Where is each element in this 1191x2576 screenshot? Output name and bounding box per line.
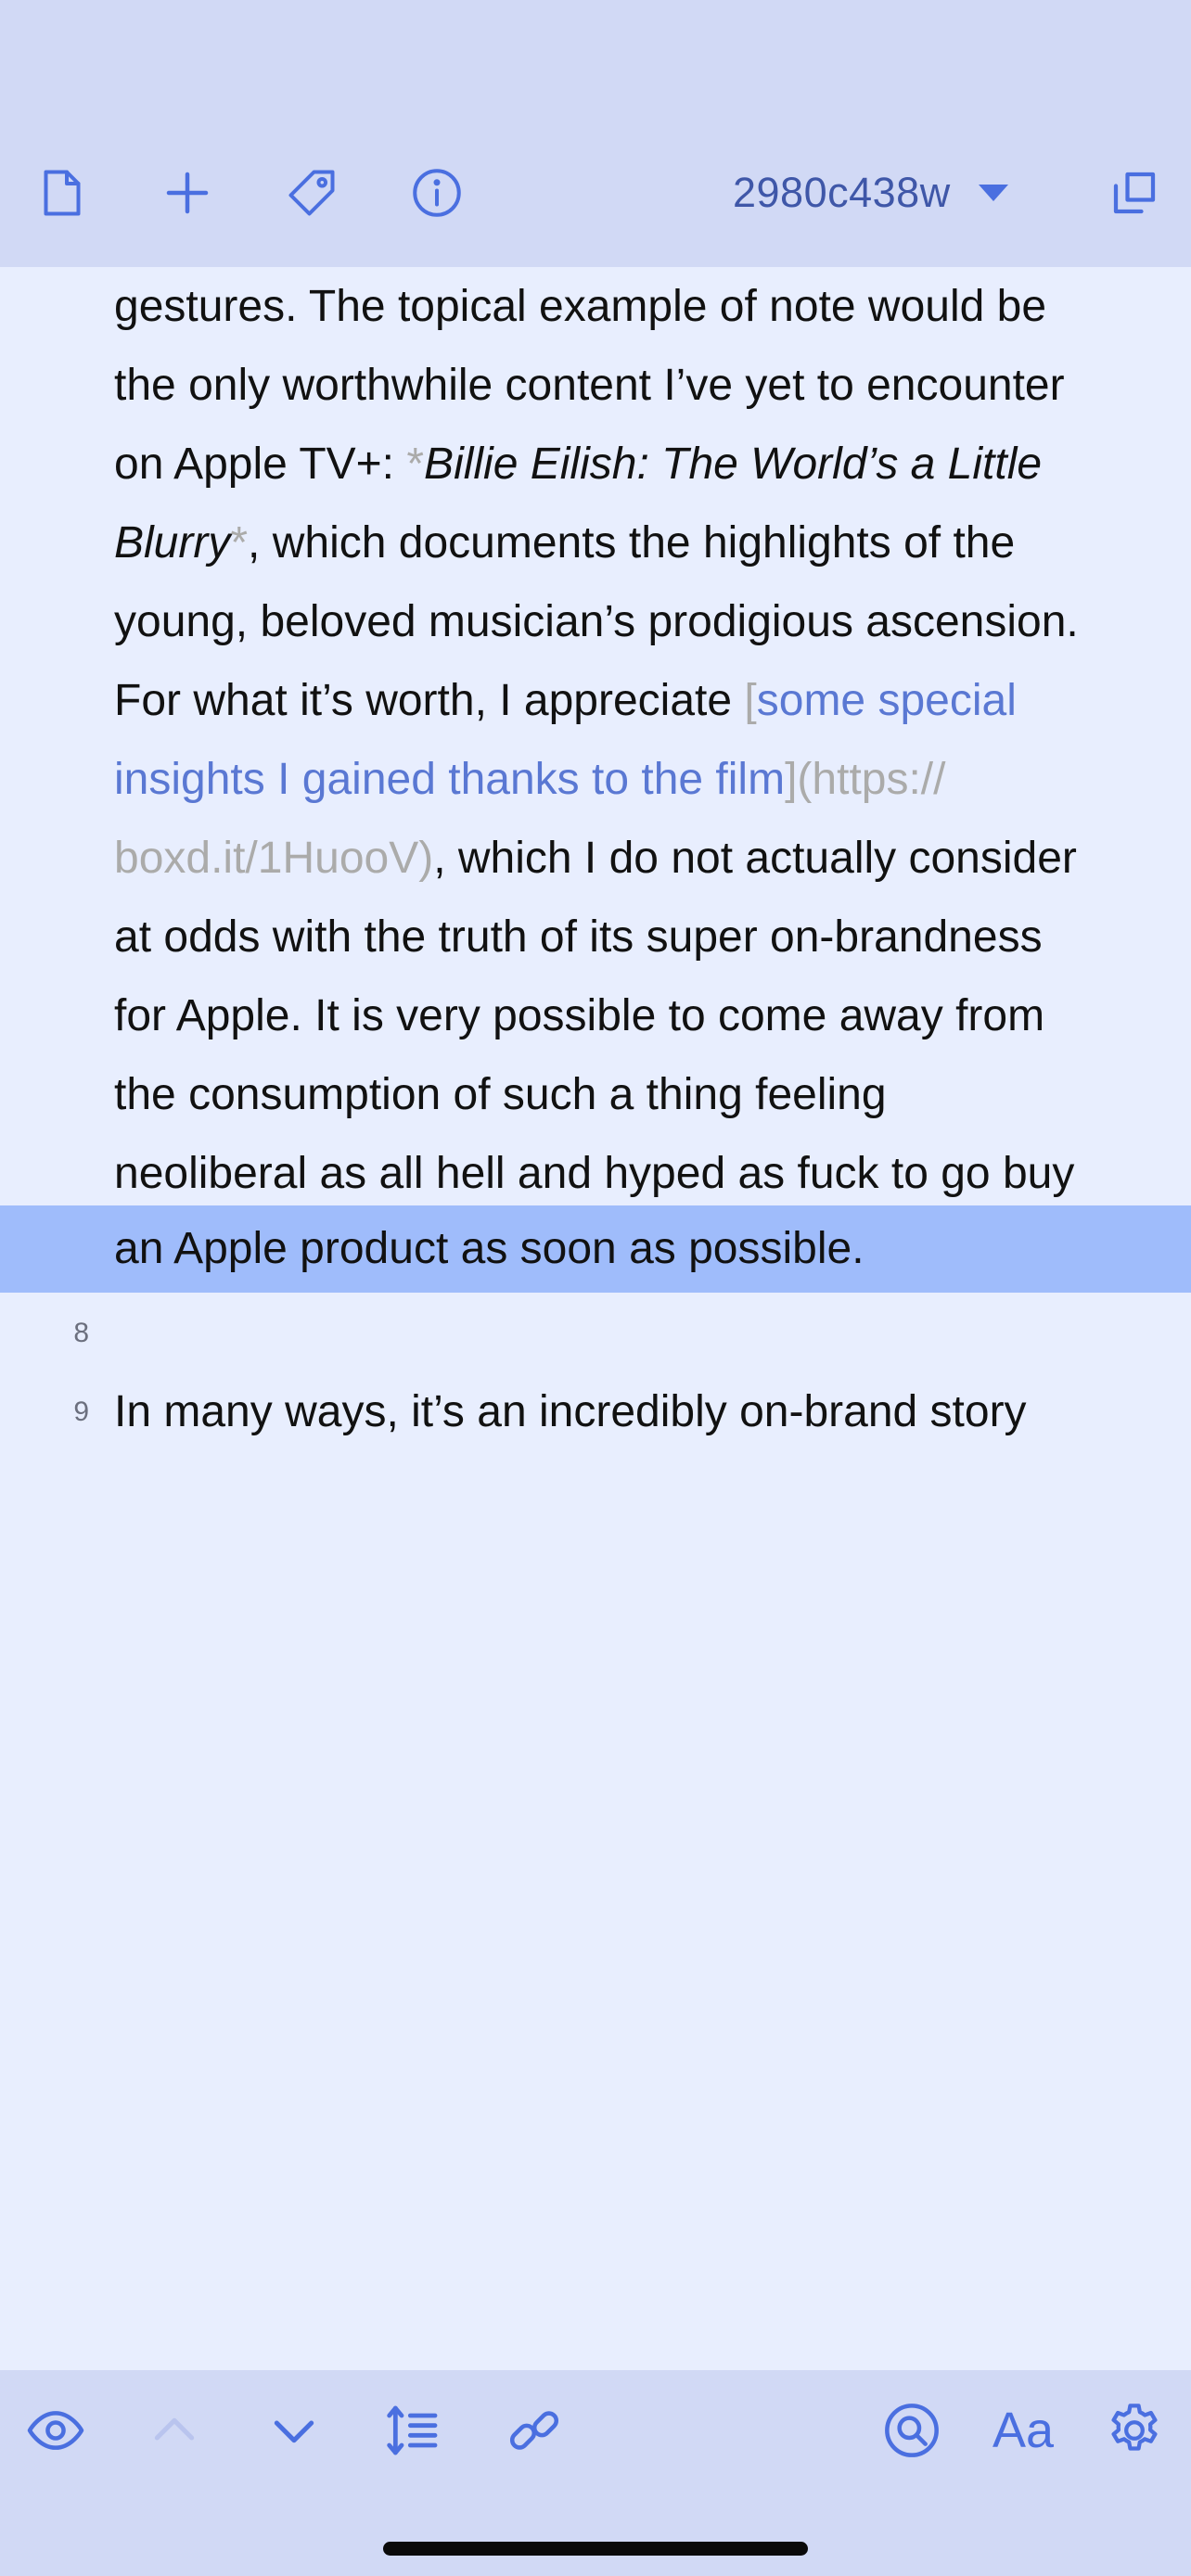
document-switcher[interactable]: 2980c438w — [733, 158, 1008, 228]
gear-icon — [1111, 2404, 1158, 2451]
expand-button[interactable] — [1097, 156, 1172, 230]
text-segment: For what it’s worth, I appreciate — [114, 676, 745, 725]
editor-line: gestures. The topical example of note wo… — [0, 267, 1191, 346]
tag-icon — [288, 170, 335, 216]
line-text: Blurry*, which documents the highlights … — [114, 504, 1015, 582]
editor-line: Blurry*, which documents the highlights … — [0, 504, 1191, 582]
new-document-button[interactable] — [25, 156, 99, 230]
top-toolbar: 2980c438w — [0, 0, 1191, 267]
search-button[interactable] — [870, 2389, 954, 2472]
font-icon: Aa — [992, 2403, 1055, 2458]
search-icon — [885, 2404, 939, 2457]
line-text: boxd.it/1HuooV), which I do not actually… — [114, 819, 1077, 898]
line-number: 9 — [73, 1396, 89, 1427]
editor-line: for Apple. It is very possible to come a… — [0, 976, 1191, 1055]
italic-text: Billie Eilish: The World’s a Little — [424, 440, 1043, 489]
text-editor[interactable]: gestures. The topical example of note wo… — [0, 267, 1191, 2370]
link-bracket: ] — [785, 755, 798, 804]
editor-line: at odds with the truth of its super on-b… — [0, 898, 1191, 976]
line-text: insights I gained thanks to the film](ht… — [114, 740, 945, 819]
expand-icon — [1113, 172, 1156, 214]
line-text: for Apple. It is very possible to come a… — [114, 991, 1045, 1040]
next-button[interactable] — [252, 2389, 336, 2472]
italic-marker: * — [230, 518, 249, 567]
editor-line: the consumption of such a thing feeling — [0, 1055, 1191, 1134]
line-text: on Apple TV+: *Billie Eilish: The World’… — [114, 425, 1042, 504]
line-text: neoliberal as all hell and hyped as fuck… — [114, 1149, 1075, 1198]
editor-line: young, beloved musician’s prodigious asc… — [0, 582, 1191, 661]
link-bracket: [ — [744, 676, 757, 725]
line-number: 8 — [73, 1318, 89, 1348]
eye-icon — [27, 2411, 84, 2450]
text-segment: on Apple TV+: — [114, 440, 407, 489]
plus-icon — [166, 172, 209, 214]
home-indicator[interactable] — [383, 2542, 808, 2556]
line-height-list-icon — [387, 2405, 438, 2455]
line-text: In many ways, it’s an incredibly on-bran… — [114, 1387, 1027, 1436]
line-text: gestures. The topical example of note wo… — [114, 282, 1047, 331]
link-text[interactable]: some special — [757, 676, 1017, 725]
line-text: For what it’s worth, I appreciate [some … — [114, 661, 1017, 740]
add-button[interactable] — [150, 156, 224, 230]
settings-button[interactable] — [1093, 2389, 1176, 2472]
editor-line: For what it’s worth, I appreciate [some … — [0, 661, 1191, 740]
bottom-toolbar: Aa — [0, 2370, 1191, 2576]
previous-button[interactable] — [133, 2389, 216, 2472]
outline-button[interactable] — [371, 2389, 455, 2472]
tags-button[interactable] — [275, 156, 349, 230]
italic-marker: * — [406, 440, 425, 489]
info-button[interactable] — [400, 156, 474, 230]
link-url[interactable]: boxd.it/1HuooV) — [114, 834, 433, 883]
editor-line: insights I gained thanks to the film](ht… — [0, 740, 1191, 819]
text-segment: , which documents the highlights of the — [248, 518, 1016, 567]
italic-text: Blurry — [114, 518, 231, 567]
editor-line: the only worthwhile content I’ve yet to … — [0, 346, 1191, 425]
line-text: an Apple product as soon as possible. — [114, 1224, 864, 1273]
link-url[interactable]: (https:// — [797, 755, 945, 804]
editor-line: on Apple TV+: *Billie Eilish: The World’… — [0, 425, 1191, 504]
line-text: the only worthwhile content I’ve yet to … — [114, 361, 1065, 410]
link-button[interactable] — [493, 2389, 576, 2472]
line-text: the consumption of such a thing feeling — [114, 1070, 887, 1119]
info-icon — [413, 169, 461, 217]
line-text: at odds with the truth of its super on-b… — [114, 912, 1043, 962]
link-icon — [509, 2411, 559, 2450]
dropdown-caret-icon — [978, 185, 1008, 201]
line-text: young, beloved musician’s prodigious asc… — [114, 597, 1079, 646]
editor-line: 9 In many ways, it’s an incredibly on-br… — [0, 1372, 1191, 1451]
text-segment: , which I do not actually consider — [433, 834, 1077, 883]
editor-line: neoliberal as all hell and hyped as fuck… — [0, 1134, 1191, 1213]
editor-line: 8 — [0, 1306, 1191, 1361]
editor-line: boxd.it/1HuooV), which I do not actually… — [0, 819, 1191, 898]
chevron-up-icon — [154, 2417, 195, 2441]
link-text[interactable]: insights I gained thanks to the film — [114, 755, 785, 804]
chevron-down-icon — [274, 2420, 314, 2443]
document-title: 2980c438w — [733, 169, 951, 216]
preview-button[interactable] — [14, 2389, 97, 2472]
document-icon — [44, 170, 81, 216]
current-line-highlight: an Apple product as soon as possible. — [0, 1205, 1191, 1293]
font-button[interactable]: Aa — [981, 2389, 1065, 2472]
